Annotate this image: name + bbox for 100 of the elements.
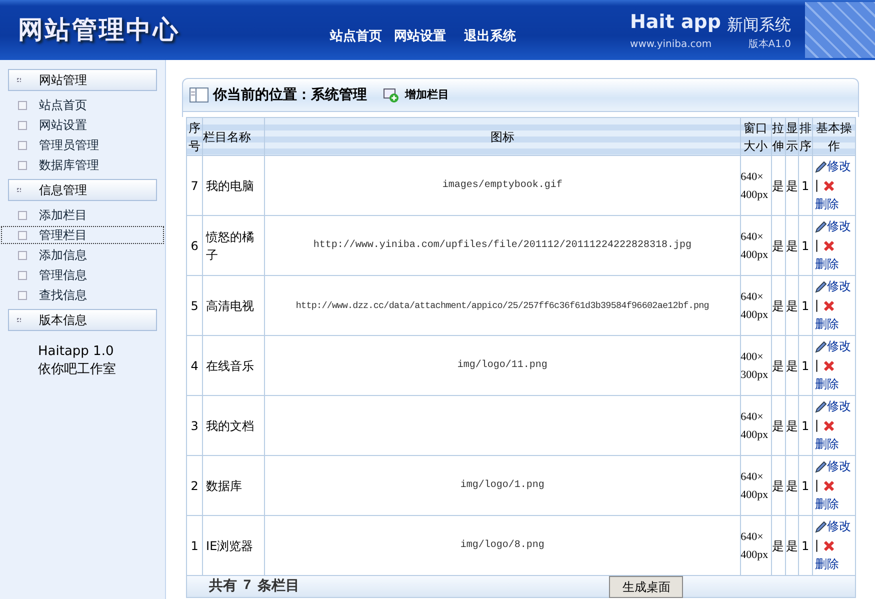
edit-link[interactable]: 修改 [826, 519, 851, 533]
section-header[interactable]: 信息管理 [8, 179, 157, 201]
pencil-icon [814, 460, 827, 473]
table-cell: img/logo/11.png [264, 336, 740, 396]
column-header: 窗口大小 [740, 118, 772, 156]
sidebar-item[interactable]: 数据库管理 [0, 155, 165, 175]
sidebar-item[interactable]: 管理员管理 [0, 135, 165, 155]
table-cell: 是 [771, 456, 786, 516]
table-cell: 1 [798, 396, 812, 456]
table-cell: 是 [771, 516, 786, 576]
separator: | [814, 178, 819, 192]
pencil-icon [814, 520, 827, 533]
site-url: www.yiniba.com [630, 38, 712, 52]
section-header[interactable]: 版本信息 [8, 309, 157, 331]
table-cell: http://www.dzz.cc/data/attachment/appico/25/257ff6c36f61d3b39584f96602ae12bf.png [264, 276, 740, 336]
table-cell: 是 [785, 336, 798, 396]
table-cell: 640×400px [740, 456, 772, 516]
table-cell: 1 [798, 276, 812, 336]
edit-link[interactable]: 修改 [826, 159, 851, 173]
table-cell: 640×400px [740, 396, 772, 456]
edit-link[interactable]: 修改 [826, 279, 851, 293]
table-cell: 1 [798, 456, 812, 516]
separator: | [814, 358, 819, 372]
separator: | [814, 238, 819, 252]
delete-link[interactable]: 删除 [814, 377, 839, 391]
table-cell: 3 [186, 396, 203, 456]
delete-link[interactable]: 删除 [814, 257, 839, 271]
separator: | [814, 478, 819, 492]
brand-subtitle: 新闻系统 [727, 14, 791, 36]
delete-icon [822, 240, 835, 252]
section-header[interactable]: 网站管理 [8, 69, 157, 91]
column-header: 栏目名称 [202, 118, 265, 156]
grid-pattern [805, 2, 875, 58]
table-cell: 愤怒的橘子 [202, 216, 265, 276]
table-cell: 高清电视 [202, 276, 265, 336]
delete-icon [822, 420, 835, 432]
pencil-icon [814, 160, 827, 173]
pencil-icon [814, 280, 827, 293]
delete-icon [822, 180, 835, 192]
table-cell: 1 [798, 156, 812, 216]
sidebar-item[interactable]: 站点首页 [0, 95, 165, 115]
breadcrumb: 你当前的位置：系统管理 [213, 86, 368, 104]
column-header: 拉伸 [771, 118, 786, 156]
column-header: 显示 [785, 118, 798, 156]
delete-icon [822, 480, 835, 492]
table-cell: 1 [798, 336, 812, 396]
generate-button[interactable]: 生成桌面 [609, 576, 684, 598]
delete-link[interactable]: 删除 [814, 497, 839, 511]
pencil-icon [814, 340, 827, 353]
sidebar-item[interactable]: 管理信息 [0, 265, 165, 285]
sidebar-item[interactable]: 管理栏目 [0, 225, 165, 245]
table-cell: 1 [798, 216, 812, 276]
delete-link[interactable]: 删除 [814, 317, 839, 331]
table-cell: 是 [785, 156, 798, 216]
table-cell: 1 [798, 516, 812, 576]
brand-name: Hait app [630, 10, 721, 36]
edit-link[interactable]: 修改 [826, 399, 851, 413]
table-cell: 在线音乐 [202, 336, 265, 396]
table-cell: 是 [785, 396, 798, 456]
table-cell: 是 [785, 516, 798, 576]
sidebar-item[interactable]: 网站设置 [0, 115, 165, 135]
version-info: Haitapp 1.0 [37, 343, 115, 361]
count-unit: 条栏目 [257, 577, 300, 596]
add-icon [383, 88, 399, 102]
table-cell: http://www.yiniba.com/upfiles/file/201112/20111224222828318.jpg [264, 216, 740, 276]
separator: | [814, 418, 819, 432]
table-cell: 我的文档 [202, 396, 265, 456]
column-header: 排序 [798, 118, 812, 156]
add-button[interactable]: 增加栏目 [383, 86, 449, 104]
table-icon [189, 87, 209, 103]
table-cell: 7 [186, 156, 203, 216]
nav-link[interactable]: 退出系统 [464, 27, 516, 47]
table-cell: 是 [771, 216, 786, 276]
table-cell: 数据库 [202, 456, 265, 516]
version-text: 版本A1.0 [748, 38, 791, 52]
table-cell: 是 [771, 156, 786, 216]
delete-icon [822, 360, 835, 372]
delete-icon [822, 300, 835, 312]
nav-link[interactable]: 网站设置 [394, 27, 446, 47]
item-count: 7 [243, 577, 252, 596]
delete-link[interactable]: 删除 [814, 197, 839, 211]
edit-link[interactable]: 修改 [826, 339, 851, 353]
table-cell: 640×400px [740, 216, 772, 276]
edit-link[interactable]: 修改 [826, 459, 851, 473]
column-header: 图标 [264, 118, 740, 156]
nav-link[interactable]: 站点首页 [330, 27, 382, 47]
sidebar-item[interactable]: 查找信息 [0, 285, 165, 305]
sidebar-item[interactable]: 添加栏目 [0, 205, 165, 225]
delete-link[interactable]: 删除 [814, 557, 839, 571]
table-cell: 我的电脑 [202, 156, 265, 216]
delete-link[interactable]: 删除 [814, 437, 839, 451]
edit-link[interactable]: 修改 [826, 219, 851, 233]
table-cell: 6 [186, 216, 203, 276]
separator: | [814, 298, 819, 312]
separator: | [814, 538, 819, 552]
version-info: 依你吧工作室 [37, 361, 117, 379]
table-cell: 是 [785, 456, 798, 516]
pencil-icon [814, 400, 827, 413]
sidebar-item[interactable]: 添加信息 [0, 245, 165, 265]
table-cell: img/logo/1.png [264, 456, 740, 516]
